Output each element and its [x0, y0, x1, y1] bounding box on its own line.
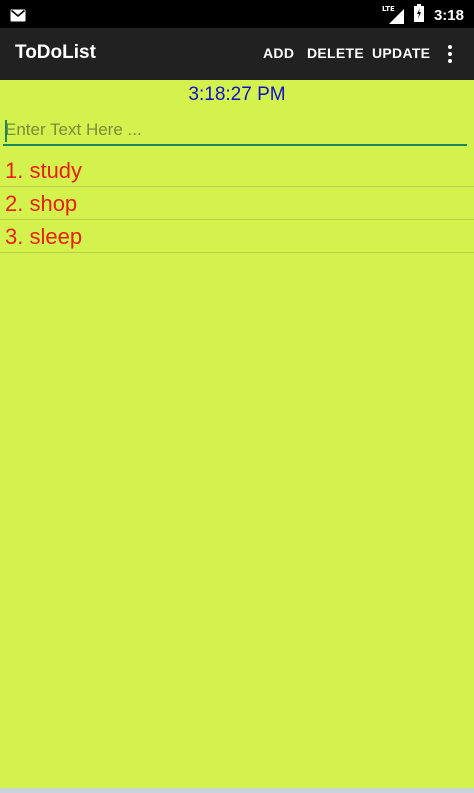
delete-button[interactable]: DELETE	[307, 45, 364, 61]
status-icons: LTE 3:18	[382, 4, 464, 26]
text-input-container[interactable]	[3, 116, 467, 146]
update-button[interactable]: UPDATE	[372, 45, 430, 61]
list-item[interactable]: 2. shop	[0, 187, 474, 220]
clock-text: 3:18:27 PM	[188, 84, 286, 105]
status-bar: LTE 3:18	[0, 0, 474, 28]
battery-icon	[413, 4, 424, 26]
list-item[interactable]: 3. sleep	[0, 220, 474, 253]
app-title: ToDoList	[15, 42, 96, 63]
add-button[interactable]: ADD	[263, 45, 294, 61]
more-vert-icon[interactable]	[440, 44, 460, 64]
bottom-divider	[0, 788, 474, 793]
app-bar: ToDoList ADD DELETE UPDATE	[0, 28, 474, 80]
status-time: 3:18	[433, 6, 464, 24]
gmail-icon	[10, 7, 26, 26]
todo-text-input[interactable]	[3, 116, 467, 144]
text-cursor	[5, 120, 7, 142]
todo-list: 1. study 2. shop 3. sleep	[0, 154, 474, 253]
list-item[interactable]: 1. study	[0, 154, 474, 187]
signal-icon: LTE	[382, 5, 404, 25]
